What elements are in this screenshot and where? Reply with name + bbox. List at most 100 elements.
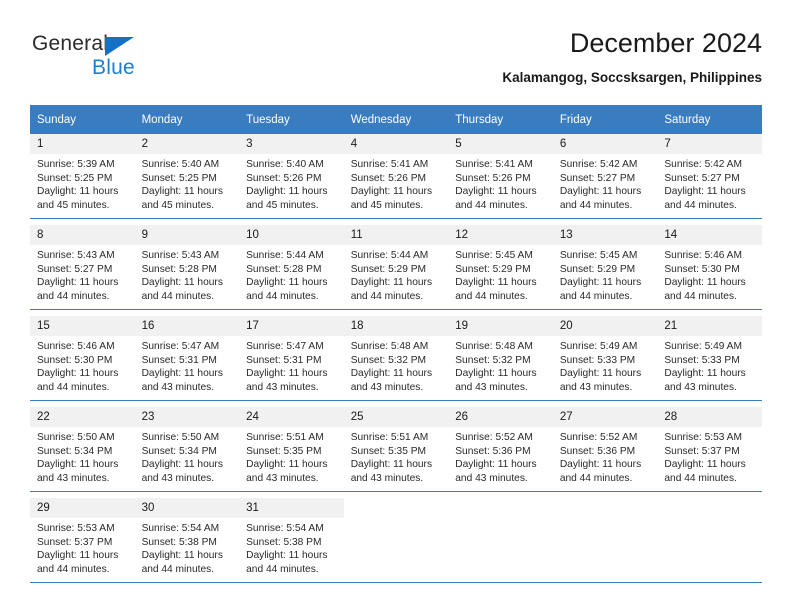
page-subtitle: Kalamangog, Soccsksargen, Philippines (502, 70, 762, 85)
daylight-duration-line1: Daylight: 11 hours (141, 368, 223, 379)
calendar-day-cell[interactable]: 16 Sunrise: 5:47 AM Sunset: 5:31 PM Dayligh… (134, 316, 240, 401)
calendar-day-cell[interactable]: 8 Sunrise: 5:43 AM Sunset: 5:27 PM Daylight… (30, 225, 135, 310)
calendar-empty-cell (552, 498, 658, 583)
calendar-day-cell[interactable]: 18 Sunrise: 5:48 AM Sunset: 5:32 PM Dayligh… (343, 316, 449, 401)
calendar-day-cell[interactable]: 25 Sunrise: 5:51 AM Sunset: 5:35 PM Dayligh… (343, 407, 449, 492)
day-details: Sunrise: 5:43 AM Sunset: 5:27 PM Daylight:… (30, 245, 135, 303)
sunset-time: Sunset: 5:34 PM (37, 445, 113, 457)
sunset-time: Sunset: 5:31 PM (246, 354, 322, 366)
sunrise-time: Sunrise: 5:50 AM (141, 432, 220, 443)
calendar-day-cell[interactable]: 11 Sunrise: 5:44 AM Sunset: 5:29 PM Dayligh… (343, 225, 449, 310)
sunrise-sunset-calendar-table: Sunday Monday Tuesday Wednesday Thursday… (30, 105, 762, 583)
calendar-day-cell[interactable]: 4 Sunrise: 5:41 AM Sunset: 5:26 PM Daylight… (343, 134, 449, 219)
day-details: Sunrise: 5:48 AM Sunset: 5:32 PM Daylight:… (448, 336, 553, 394)
day-number: 5 (448, 134, 553, 154)
sunrise-time: Sunrise: 5:45 AM (455, 250, 533, 261)
calendar-day-cell[interactable]: 2 Sunrise: 5:40 AM Sunset: 5:25 PM Daylight… (134, 134, 240, 219)
daylight-duration-line1: Daylight: 11 hours (350, 277, 433, 288)
calendar-day-cell[interactable]: 14 Sunrise: 5:46 AM Sunset: 5:30 PM Dayligh… (657, 225, 762, 310)
sunset-time: Sunset: 5:31 PM (141, 354, 217, 366)
daylight-duration-line1: Daylight: 11 hours (455, 186, 537, 197)
daylight-duration-line1: Daylight: 11 hours (455, 368, 537, 379)
day-details: Sunrise: 5:44 AM Sunset: 5:28 PM Daylight:… (239, 245, 344, 303)
weekday-header-thursday: Thursday (448, 105, 553, 134)
day-number: 4 (343, 134, 449, 154)
calendar-day-cell[interactable]: 21 Sunrise: 5:49 AM Sunset: 5:33 PM Dayligh… (657, 316, 762, 401)
sunrise-time: Sunrise: 5:54 AM (141, 523, 220, 534)
sunrise-time: Sunrise: 5:42 AM (664, 159, 742, 170)
calendar-week-row: 8 Sunrise: 5:43 AM Sunset: 5:27 PM Daylight… (30, 225, 762, 310)
calendar-day-cell[interactable]: 10 Sunrise: 5:44 AM Sunset: 5:28 PM Dayligh… (239, 225, 344, 310)
sunset-time: Sunset: 5:35 PM (350, 445, 427, 457)
calendar-day-cell[interactable]: 17 Sunrise: 5:47 AM Sunset: 5:31 PM Dayligh… (239, 316, 344, 401)
daylight-duration-line2: and 43 minutes. (350, 381, 424, 393)
daylight-duration-line2: and 44 minutes. (559, 472, 633, 484)
calendar-day-cell[interactable]: 15 Sunrise: 5:46 AM Sunset: 5:30 PM Dayligh… (30, 316, 135, 401)
day-details: Sunrise: 5:42 AM Sunset: 5:27 PM Daylight:… (657, 154, 762, 212)
sunset-time: Sunset: 5:26 PM (455, 172, 531, 184)
day-number (343, 498, 449, 518)
daylight-duration-line1: Daylight: 11 hours (664, 368, 746, 379)
daylight-duration-line1: Daylight: 11 hours (350, 186, 433, 197)
sunrise-time: Sunrise: 5:44 AM (350, 250, 429, 261)
day-number: 14 (657, 225, 762, 245)
calendar-day-cell[interactable]: 3 Sunrise: 5:40 AM Sunset: 5:26 PM Daylight… (239, 134, 344, 219)
day-number (448, 498, 553, 518)
daylight-duration-line2: and 43 minutes. (455, 381, 528, 393)
calendar-week-row: 29 Sunrise: 5:53 AM Sunset: 5:37 PM Dayligh… (30, 498, 762, 583)
sunset-time: Sunset: 5:34 PM (141, 445, 217, 457)
day-details: Sunrise: 5:54 AM Sunset: 5:38 PM Daylight:… (239, 518, 344, 576)
daylight-duration-line2: and 44 minutes. (350, 290, 424, 302)
day-details: Sunrise: 5:51 AM Sunset: 5:35 PM Daylight:… (239, 427, 344, 485)
calendar-day-cell[interactable]: 9 Sunrise: 5:43 AM Sunset: 5:28 PM Daylight… (134, 225, 240, 310)
sunrise-time: Sunrise: 5:43 AM (141, 250, 220, 261)
day-number: 15 (30, 316, 135, 336)
day-number: 22 (30, 407, 135, 427)
daylight-duration-line2: and 44 minutes. (455, 290, 528, 302)
daylight-duration-line1: Daylight: 11 hours (246, 459, 328, 470)
calendar-day-cell[interactable]: 19 Sunrise: 5:48 AM Sunset: 5:32 PM Dayligh… (448, 316, 553, 401)
calendar-day-cell[interactable]: 12 Sunrise: 5:45 AM Sunset: 5:29 PM Dayligh… (448, 225, 553, 310)
calendar-day-cell[interactable]: 20 Sunrise: 5:49 AM Sunset: 5:33 PM Dayligh… (552, 316, 658, 401)
calendar-week-row: 22 Sunrise: 5:50 AM Sunset: 5:34 PM Dayligh… (30, 407, 762, 492)
calendar-day-cell[interactable]: 23 Sunrise: 5:50 AM Sunset: 5:34 PM Dayligh… (134, 407, 240, 492)
calendar-day-cell[interactable]: 1 Sunrise: 5:39 AM Sunset: 5:25 PM Daylight… (30, 134, 135, 219)
calendar-day-cell[interactable]: 28 Sunrise: 5:53 AM Sunset: 5:37 PM Dayligh… (657, 407, 762, 492)
day-details: Sunrise: 5:49 AM Sunset: 5:33 PM Daylight:… (657, 336, 762, 394)
calendar-day-cell[interactable]: 5 Sunrise: 5:41 AM Sunset: 5:26 PM Daylight… (448, 134, 553, 219)
sunset-time: Sunset: 5:33 PM (664, 354, 740, 366)
generalblue-logo[interactable]: General Blue (32, 32, 212, 88)
daylight-duration-line2: and 43 minutes. (350, 472, 424, 484)
day-number: 30 (134, 498, 240, 518)
calendar-day-cell[interactable]: 22 Sunrise: 5:50 AM Sunset: 5:34 PM Dayligh… (30, 407, 135, 492)
logo-triangle-icon (105, 37, 134, 56)
daylight-duration-line2: and 43 minutes. (246, 381, 319, 393)
daylight-duration-line1: Daylight: 11 hours (37, 550, 119, 561)
calendar-day-cell[interactable]: 13 Sunrise: 5:45 AM Sunset: 5:29 PM Dayligh… (552, 225, 658, 310)
daylight-duration-line2: and 44 minutes. (37, 290, 110, 302)
daylight-duration-line1: Daylight: 11 hours (455, 277, 537, 288)
day-number (552, 498, 658, 518)
daylight-duration-line2: and 43 minutes. (664, 381, 737, 393)
day-number: 13 (552, 225, 658, 245)
calendar-day-cell[interactable]: 27 Sunrise: 5:52 AM Sunset: 5:36 PM Dayligh… (552, 407, 658, 492)
day-number: 26 (448, 407, 553, 427)
sunrise-time: Sunrise: 5:47 AM (141, 341, 220, 352)
daylight-duration-line2: and 44 minutes. (246, 563, 319, 575)
calendar-day-cell[interactable]: 31 Sunrise: 5:54 AM Sunset: 5:38 PM Dayligh… (239, 498, 344, 583)
day-details: Sunrise: 5:52 AM Sunset: 5:36 PM Daylight:… (553, 427, 658, 485)
sunset-time: Sunset: 5:38 PM (141, 536, 217, 548)
calendar-day-cell[interactable]: 24 Sunrise: 5:51 AM Sunset: 5:35 PM Dayligh… (239, 407, 344, 492)
day-details: Sunrise: 5:48 AM Sunset: 5:32 PM Daylight:… (344, 336, 449, 394)
calendar-day-cell[interactable]: 30 Sunrise: 5:54 AM Sunset: 5:38 PM Dayligh… (134, 498, 240, 583)
daylight-duration-line1: Daylight: 11 hours (246, 277, 328, 288)
sunset-time: Sunset: 5:32 PM (455, 354, 531, 366)
calendar-day-cell[interactable]: 29 Sunrise: 5:53 AM Sunset: 5:37 PM Dayligh… (30, 498, 135, 583)
sunset-time: Sunset: 5:36 PM (559, 445, 636, 457)
calendar-day-cell[interactable]: 7 Sunrise: 5:42 AM Sunset: 5:27 PM Daylight… (657, 134, 762, 219)
calendar-day-cell[interactable]: 26 Sunrise: 5:52 AM Sunset: 5:36 PM Dayligh… (448, 407, 553, 492)
daylight-duration-line2: and 44 minutes. (664, 472, 737, 484)
sunrise-time: Sunrise: 5:50 AM (37, 432, 115, 443)
daylight-duration-line2: and 44 minutes. (664, 290, 737, 302)
calendar-day-cell[interactable]: 6 Sunrise: 5:42 AM Sunset: 5:27 PM Daylight… (552, 134, 658, 219)
